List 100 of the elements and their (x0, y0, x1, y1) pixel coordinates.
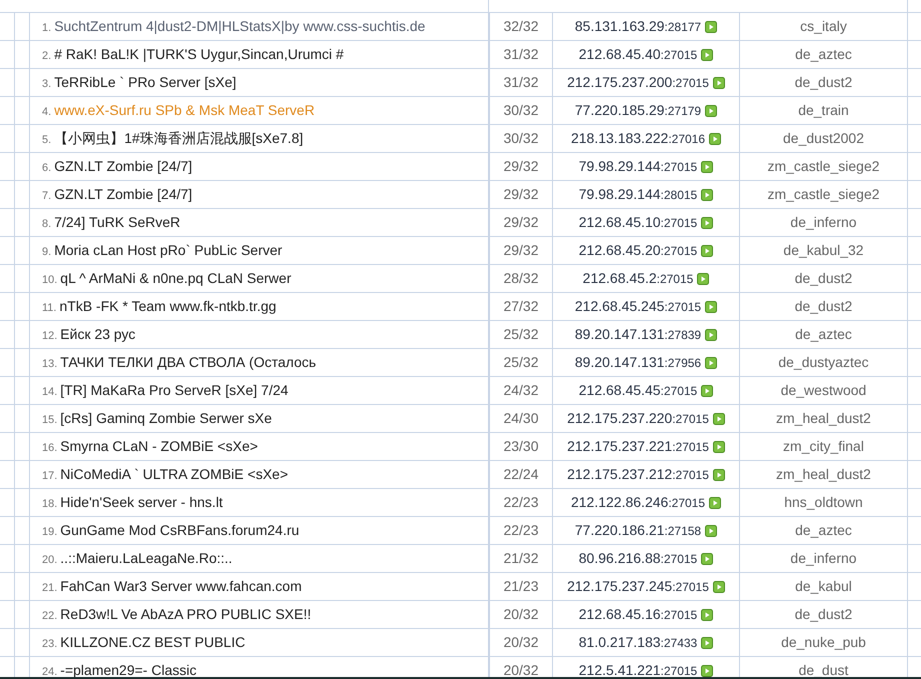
play-icon[interactable] (701, 664, 714, 676)
map-name: de_aztec (795, 45, 852, 64)
player-count: 21/23 (503, 577, 539, 596)
rank-number: 10. (42, 274, 58, 286)
map-name: de_dustyaztec (778, 353, 869, 372)
server-address: 212.68.45.16:27015 (578, 605, 698, 624)
play-icon[interactable] (701, 216, 714, 228)
rank-number: 12. (42, 330, 58, 342)
server-name[interactable]: Moria cLan Host pRo` PubLic Server (54, 240, 282, 261)
rank-number: 23. (42, 638, 58, 650)
server-name[interactable]: KILLZONE.CZ BEST PUBLIC (60, 632, 246, 653)
map-name: de_dust2 (794, 297, 852, 316)
player-count: 25/32 (503, 353, 539, 372)
map-name: zm_city_final (783, 437, 864, 456)
play-icon[interactable] (701, 636, 714, 648)
server-name[interactable]: TeRRibLe ` PRo Server [sXe] (54, 72, 236, 93)
server-name[interactable]: GZN.LT Zombie [24/7] (54, 184, 192, 205)
rank-number: 4. (42, 106, 52, 118)
server-name[interactable]: [cRs] Gaminq Zombie Serwer sXe (60, 408, 272, 429)
server-name[interactable]: # RaK! BaL!K |TURK'S Uygur,Sincan,Urumci # (54, 44, 344, 65)
server-name[interactable]: 7/24] TuRK SeRveR (54, 212, 180, 233)
server-name[interactable]: GunGame Mod CsRBFans.forum24.ru (60, 520, 300, 541)
play-icon[interactable] (705, 328, 718, 340)
player-count: 21/32 (503, 549, 539, 568)
map-name: de_dust2 (794, 269, 852, 288)
play-icon[interactable] (709, 496, 722, 508)
play-icon[interactable] (701, 160, 714, 172)
server-name[interactable]: qL ^ ArMaNi & n0ne.pq CLaN Serwer (60, 268, 292, 289)
play-icon[interactable] (701, 552, 714, 564)
map-name: zm_castle_siege2 (767, 157, 880, 176)
play-icon[interactable] (709, 132, 722, 144)
server-name[interactable]: FahCan War3 Server www.fahcan.com (60, 576, 302, 597)
server-name[interactable]: SuchtZentrum 4|dust2-DM|HLStatsX|by www.css-suchtis.de (54, 16, 426, 37)
play-icon[interactable] (712, 76, 725, 88)
play-icon[interactable] (705, 356, 718, 368)
play-icon[interactable] (701, 188, 714, 200)
server-name[interactable]: ..::Maieru.LaLeagaNe.Ro::.. (60, 548, 232, 569)
rank-number: 19. (42, 526, 58, 538)
server-name[interactable]: [TR] MaKaRa Pro ServeR [sXe] 7/24 (60, 380, 288, 401)
server-name[interactable]: Smyrna CLaN - ZOMBiE <sXe> (60, 436, 258, 457)
player-count: 29/32 (503, 185, 539, 204)
player-count: 28/32 (503, 269, 539, 288)
play-icon[interactable] (701, 384, 714, 396)
play-icon[interactable] (701, 244, 714, 256)
map-name: de_train (798, 101, 849, 120)
server-address: 79.98.29.144:27015 (578, 157, 698, 176)
server-name[interactable]: ReD3w!L Ve AbAzA PRO PUBLIC SXE!! (60, 604, 312, 625)
server-name[interactable]: 【小网虫】1#珠海香洲店混战服[sXe7.8] (54, 128, 304, 149)
play-icon[interactable] (712, 580, 725, 592)
rank-number: 1. (42, 22, 52, 34)
server-name[interactable]: Hide'n'Seek server - hns.lt (60, 492, 223, 513)
play-icon[interactable] (712, 412, 725, 424)
server-address: 212.175.237.200:27015 (567, 73, 709, 92)
map-name: cs_italy (800, 17, 847, 36)
player-count: 29/32 (503, 241, 539, 260)
player-count: 29/32 (503, 213, 539, 232)
player-count: 31/32 (503, 45, 539, 64)
rank-number: 17. (42, 470, 58, 482)
map-name: de_kabul_32 (783, 241, 864, 260)
server-name[interactable]: Ейск 23 рус (60, 324, 136, 345)
map-name: de_inferno (790, 549, 857, 568)
map-name: zm_heal_dust2 (776, 409, 871, 428)
rank-number: 13. (42, 358, 58, 370)
rank-number: 15. (42, 414, 58, 426)
server-address: 212.68.45.10:27015 (578, 213, 698, 232)
rank-number: 22. (42, 610, 58, 622)
rank-number: 6. (42, 162, 52, 174)
rank-number: 20. (42, 554, 58, 566)
map-name: de_aztec (795, 521, 852, 540)
player-count: 22/23 (503, 521, 539, 540)
play-icon[interactable] (705, 20, 718, 32)
play-icon[interactable] (705, 300, 718, 312)
play-icon[interactable] (705, 524, 718, 536)
player-count: 31/32 (503, 73, 539, 92)
rank-number: 14. (42, 386, 58, 398)
rank-number: 9. (42, 246, 52, 258)
rank-number: 21. (42, 582, 58, 594)
player-count: 23/30 (503, 437, 539, 456)
player-count: 30/32 (503, 129, 539, 148)
server-name[interactable]: -=plamen29=- Classic (60, 660, 196, 679)
rank-number: 3. (42, 78, 52, 90)
server-name[interactable]: NiCoMediA ` ULTRA ZOMBiE <sXe> (60, 464, 288, 485)
play-icon[interactable] (701, 608, 714, 620)
rank-number: 8. (42, 218, 52, 230)
play-icon[interactable] (712, 440, 725, 452)
map-name: de_dust2 (794, 605, 852, 624)
play-icon[interactable] (712, 468, 725, 480)
server-address: 212.68.45.245:27015 (574, 297, 702, 316)
play-icon[interactable] (697, 272, 710, 284)
play-icon[interactable] (701, 48, 714, 60)
map-name: zm_heal_dust2 (776, 465, 871, 484)
play-icon[interactable] (705, 104, 718, 116)
server-address: 212.68.45.45:27015 (578, 381, 698, 400)
server-address: 212.68.45.20:27015 (578, 241, 698, 260)
rank-number: 7. (42, 190, 52, 202)
server-name[interactable]: nTkB -FK * Team www.fk-ntkb.tr.gg (59, 296, 276, 317)
map-name: de_aztec (795, 325, 852, 344)
player-count: 20/32 (503, 661, 539, 679)
server-name[interactable]: ТАЧКИ ТЕЛКИ ДВА СТВОЛА (Осталось (60, 352, 316, 373)
server-name[interactable]: GZN.LT Zombie [24/7] (54, 156, 192, 177)
